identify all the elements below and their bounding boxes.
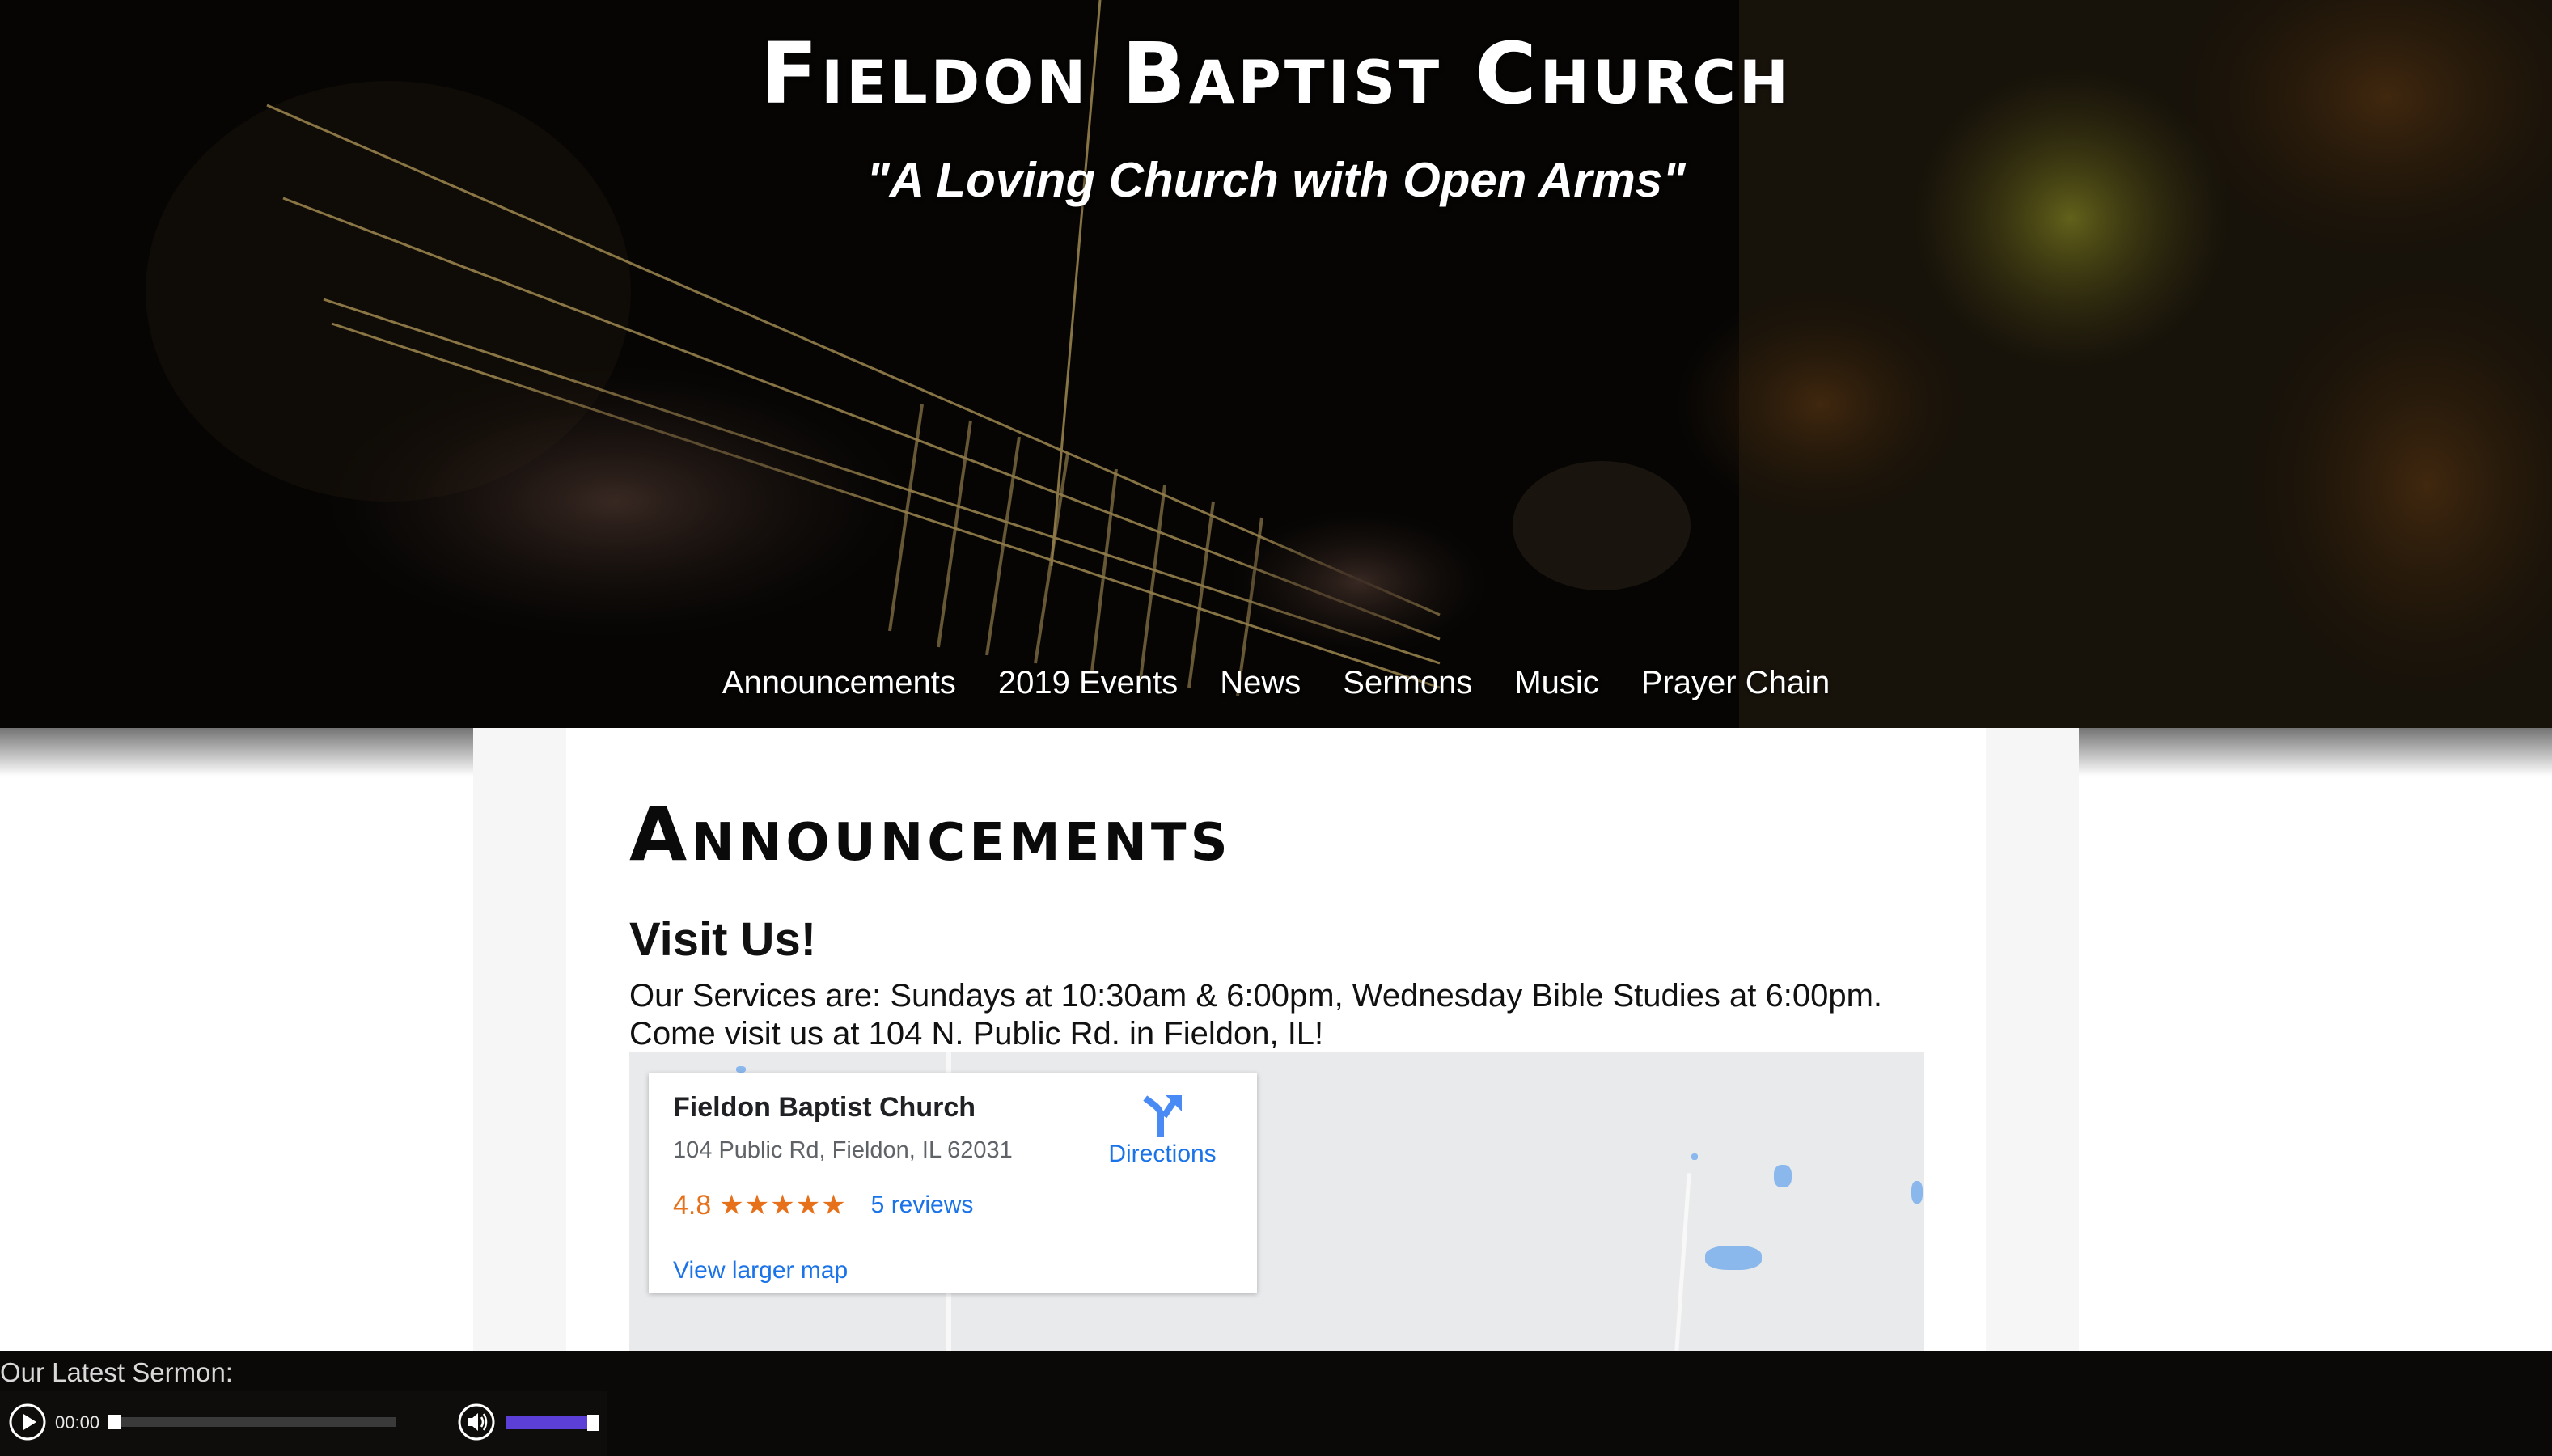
volume-slider[interactable]	[506, 1415, 599, 1431]
map-info-card: Fieldon Baptist Church 104 Public Rd, Fi…	[649, 1073, 1257, 1293]
place-address: 104 Public Rd, Fieldon, IL 62031	[673, 1137, 1013, 1163]
sermon-player-bar: Our Latest Sermon: 00:00	[0, 1351, 2552, 1456]
star-rating-icon: ★★★★★	[719, 1190, 847, 1221]
main-content: Announcements Visit Us! Our Services are…	[566, 728, 1986, 1351]
nav-item-news[interactable]: News	[1220, 665, 1301, 701]
site-tagline: "A Loving Church with Open Arms"	[866, 153, 1686, 207]
map-water	[736, 1066, 746, 1073]
map-water	[1911, 1181, 1923, 1204]
audio-player: 00:00	[0, 1391, 607, 1456]
volume-handle[interactable]	[586, 1415, 599, 1431]
volume-fill	[506, 1416, 587, 1429]
nav-item-2019-events[interactable]: 2019 Events	[998, 665, 1178, 701]
services-text: Our Services are: Sundays at 10:30am & 6…	[629, 978, 1883, 1052]
place-name: Fieldon Baptist Church	[673, 1092, 976, 1123]
play-icon[interactable]	[8, 1403, 47, 1441]
site-header: Fieldon Baptist Church "A Loving Church …	[0, 0, 2552, 728]
page-side-band	[473, 728, 566, 1351]
volume-icon[interactable]	[457, 1403, 496, 1441]
rating-value: 4.8	[673, 1189, 712, 1221]
nav-item-music[interactable]: Music	[1514, 665, 1598, 701]
directions-label: Directions	[1108, 1141, 1217, 1167]
nav-item-announcements[interactable]: Announcements	[722, 665, 956, 701]
current-time: 00:00	[55, 1412, 100, 1433]
nav-item-sermons[interactable]: Sermons	[1343, 665, 1472, 701]
embedded-map[interactable]: Fieldon Baptist Church 104 Public Rd, Fi…	[629, 1052, 1924, 1351]
map-road	[1674, 1173, 1691, 1351]
place-rating: 4.8 ★★★★★ 5 reviews	[673, 1189, 973, 1221]
directions-icon	[1143, 1095, 1182, 1137]
progress-slider[interactable]	[108, 1415, 396, 1429]
view-larger-map-link[interactable]: View larger map	[673, 1257, 848, 1285]
progress-handle[interactable]	[108, 1415, 121, 1429]
page-title: Announcements	[629, 791, 1232, 878]
page-side-band	[1986, 728, 2079, 1351]
map-water	[1691, 1153, 1698, 1160]
directions-button[interactable]: Directions	[1102, 1092, 1223, 1168]
site-title: Fieldon Baptist Church	[760, 24, 1792, 123]
nav-item-prayer-chain[interactable]: Prayer Chain	[1641, 665, 1830, 701]
main-nav: Announcements 2019 Events News Sermons M…	[0, 665, 2552, 701]
reviews-link[interactable]: 5 reviews	[871, 1191, 974, 1219]
map-water	[1705, 1246, 1762, 1270]
map-water	[1774, 1165, 1792, 1187]
visit-us-heading: Visit Us!	[629, 913, 817, 966]
sermon-title: Our Latest Sermon:	[0, 1357, 233, 1387]
